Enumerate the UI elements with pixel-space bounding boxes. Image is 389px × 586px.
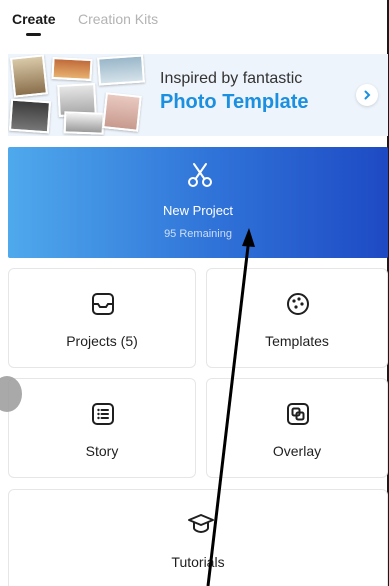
annotation-arrow [206,228,255,586]
